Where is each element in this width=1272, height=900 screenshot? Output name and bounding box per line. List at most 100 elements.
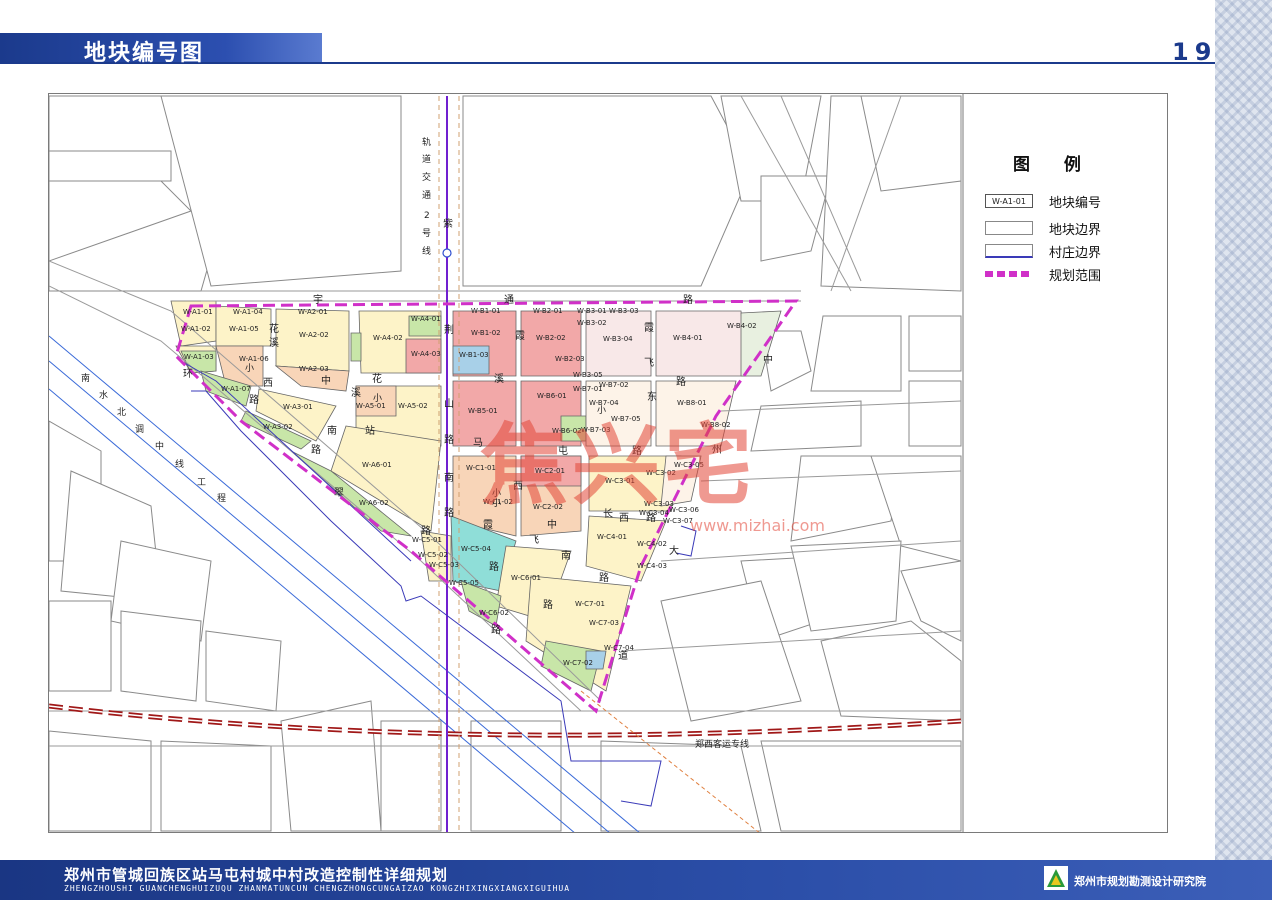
parcel-label: W-A6-01 bbox=[362, 461, 392, 469]
road-label: 路 bbox=[491, 623, 501, 636]
parcel-label: W-B2-02 bbox=[536, 334, 566, 342]
railway-label: 郑西客运专线 bbox=[695, 738, 749, 750]
road-label: 大 bbox=[669, 544, 679, 557]
road-label: 路 bbox=[543, 598, 553, 611]
legend-label: 村庄边界 bbox=[1049, 245, 1102, 261]
parcel-label: W-B3-02 bbox=[577, 319, 607, 327]
road-label: 南 bbox=[327, 424, 337, 437]
road-label: 路 bbox=[489, 560, 499, 573]
legend-swatch-parcel-code: W-A1-01 bbox=[985, 194, 1033, 208]
parcel-label: W-A1-05 bbox=[229, 325, 259, 333]
canal-label-char: 中 bbox=[155, 440, 164, 452]
parcel-label: W-C5-04 bbox=[461, 545, 491, 553]
parcel-label: W-A1-07 bbox=[221, 385, 251, 393]
road-label: 路 bbox=[599, 571, 609, 584]
small-label: 小 bbox=[373, 393, 382, 404]
parcel-label: W-A5-02 bbox=[398, 402, 428, 410]
road-label: 路 bbox=[421, 524, 431, 537]
parcel-label: W-B3-05 bbox=[573, 371, 603, 379]
road-label: 霞 bbox=[644, 322, 654, 334]
parcel-label: W-B1-02 bbox=[471, 329, 501, 337]
road-label: 花 bbox=[372, 372, 382, 385]
road-label: 站 bbox=[365, 424, 375, 437]
parcel-label: W-B1-03 bbox=[459, 351, 489, 359]
decorative-side-band bbox=[1215, 0, 1272, 860]
road-label: 路 bbox=[444, 433, 454, 446]
metro-label-char: 交 bbox=[422, 171, 431, 183]
parcel-label: W-A3-01 bbox=[283, 403, 313, 411]
canal-label-char: 北 bbox=[117, 407, 126, 418]
parcel-label: W-B3-04 bbox=[603, 335, 633, 343]
road-label: 溪 bbox=[269, 337, 279, 349]
parcel-label: W-C5-01 bbox=[412, 536, 442, 544]
road-label: 道 bbox=[618, 649, 628, 662]
road-label: 路 bbox=[444, 506, 454, 519]
metro-line-label: 轨 道 交 通 2 号 线 bbox=[422, 136, 431, 257]
metro-label-char: 道 bbox=[422, 153, 431, 165]
parcel-label: W-A4-02 bbox=[373, 334, 403, 342]
parcel-label: W-C4-03 bbox=[637, 562, 667, 570]
road-label: 南 bbox=[444, 471, 454, 484]
parcel-label: W-B4-02 bbox=[727, 322, 757, 330]
legend-label: 规划范围 bbox=[1049, 268, 1102, 284]
canal-label-char: 工 bbox=[197, 478, 206, 488]
watermark-url: www.mizhai.com bbox=[690, 516, 825, 535]
parcel-label: W-C5-03 bbox=[429, 561, 459, 569]
parcel-label: W-B7-02 bbox=[599, 381, 629, 389]
page-title: 地块编号图 bbox=[84, 41, 205, 66]
legend-row-parcel-code: W-A1-01 地块编号 bbox=[985, 193, 1102, 211]
road-label: 中 bbox=[321, 374, 331, 387]
parcel-label: W-C6-02 bbox=[479, 609, 509, 617]
footer-subtitle: ZHENGZHOUSHI GUANCHENGHUIZUQU ZHANMATUNC… bbox=[64, 884, 571, 893]
canal-label-char: 南 bbox=[81, 372, 90, 384]
parcel-label: W-A2-03 bbox=[299, 365, 329, 373]
legend-label: 地块边界 bbox=[1049, 222, 1102, 238]
legend-label: 地块编号 bbox=[1049, 195, 1102, 211]
parcel-label: W-C5-02 bbox=[418, 551, 448, 559]
page-number: 19 bbox=[1172, 38, 1218, 66]
canal-label-char: 调 bbox=[135, 424, 144, 435]
road-label: 路 bbox=[683, 293, 693, 306]
metro-label-char: 线 bbox=[422, 245, 431, 257]
parcel-label: W-A1-02 bbox=[181, 325, 211, 333]
parcel-label: W-A4-01 bbox=[411, 315, 441, 323]
parcel-label: W-A6-02 bbox=[359, 499, 389, 507]
road-label: 飞 bbox=[529, 535, 539, 546]
road-label: 紫 bbox=[443, 218, 453, 230]
road-label: 通 bbox=[504, 294, 514, 306]
road-label: 路 bbox=[249, 393, 259, 406]
parcel-label: W-B4-01 bbox=[673, 334, 703, 342]
road-label: 南 bbox=[561, 549, 571, 562]
parcel-label: W-A2-01 bbox=[298, 308, 328, 316]
parcel-label: W-B1-01 bbox=[471, 307, 501, 315]
parcel-label: W-A1-01 bbox=[183, 308, 213, 316]
parcel-label: W-C6-01 bbox=[511, 574, 541, 582]
watermark: 焦兴宅 bbox=[480, 414, 757, 517]
parcel-label: W-A1-06 bbox=[239, 355, 269, 363]
legend-swatch-parcel-boundary bbox=[985, 221, 1033, 235]
small-label: 小 bbox=[245, 363, 254, 374]
road-label: 路 bbox=[676, 375, 686, 388]
legend-row-parcel-boundary: 地块边界 bbox=[985, 220, 1102, 238]
road-label: 翠 bbox=[334, 487, 344, 499]
road-label: 溪 bbox=[351, 387, 361, 399]
legend-row-village-boundary: 村庄边界 bbox=[985, 243, 1102, 261]
road-label: 花 bbox=[269, 322, 279, 335]
canal-label-char: 线 bbox=[175, 458, 184, 470]
parcel-label: W-C7-03 bbox=[589, 619, 619, 627]
road-label: 中 bbox=[763, 353, 773, 366]
footer-title: 郑州市管城回族区站马屯村城中村改造控制性详细规划 bbox=[64, 866, 449, 884]
road-label: 环 bbox=[183, 369, 193, 380]
parcel-label: W-B2-01 bbox=[533, 307, 563, 315]
metro-label-char: 2 bbox=[424, 211, 430, 221]
parcel-label: W-B3-01 bbox=[577, 307, 607, 315]
road-label: 荆 bbox=[444, 323, 454, 336]
parcel-label: W-A2-02 bbox=[299, 331, 329, 339]
parcel-label: W-C7-02 bbox=[563, 659, 593, 667]
canal-label: 南 水 北 调 中 线 工 程 bbox=[81, 372, 226, 504]
parcel-label: W-C4-02 bbox=[637, 540, 667, 548]
legend-title: 图 例 bbox=[1013, 155, 1095, 175]
metro-label-char: 通 bbox=[422, 190, 431, 201]
metro-label-char: 号 bbox=[422, 228, 431, 239]
parcel-label: W-A1-04 bbox=[233, 308, 263, 316]
